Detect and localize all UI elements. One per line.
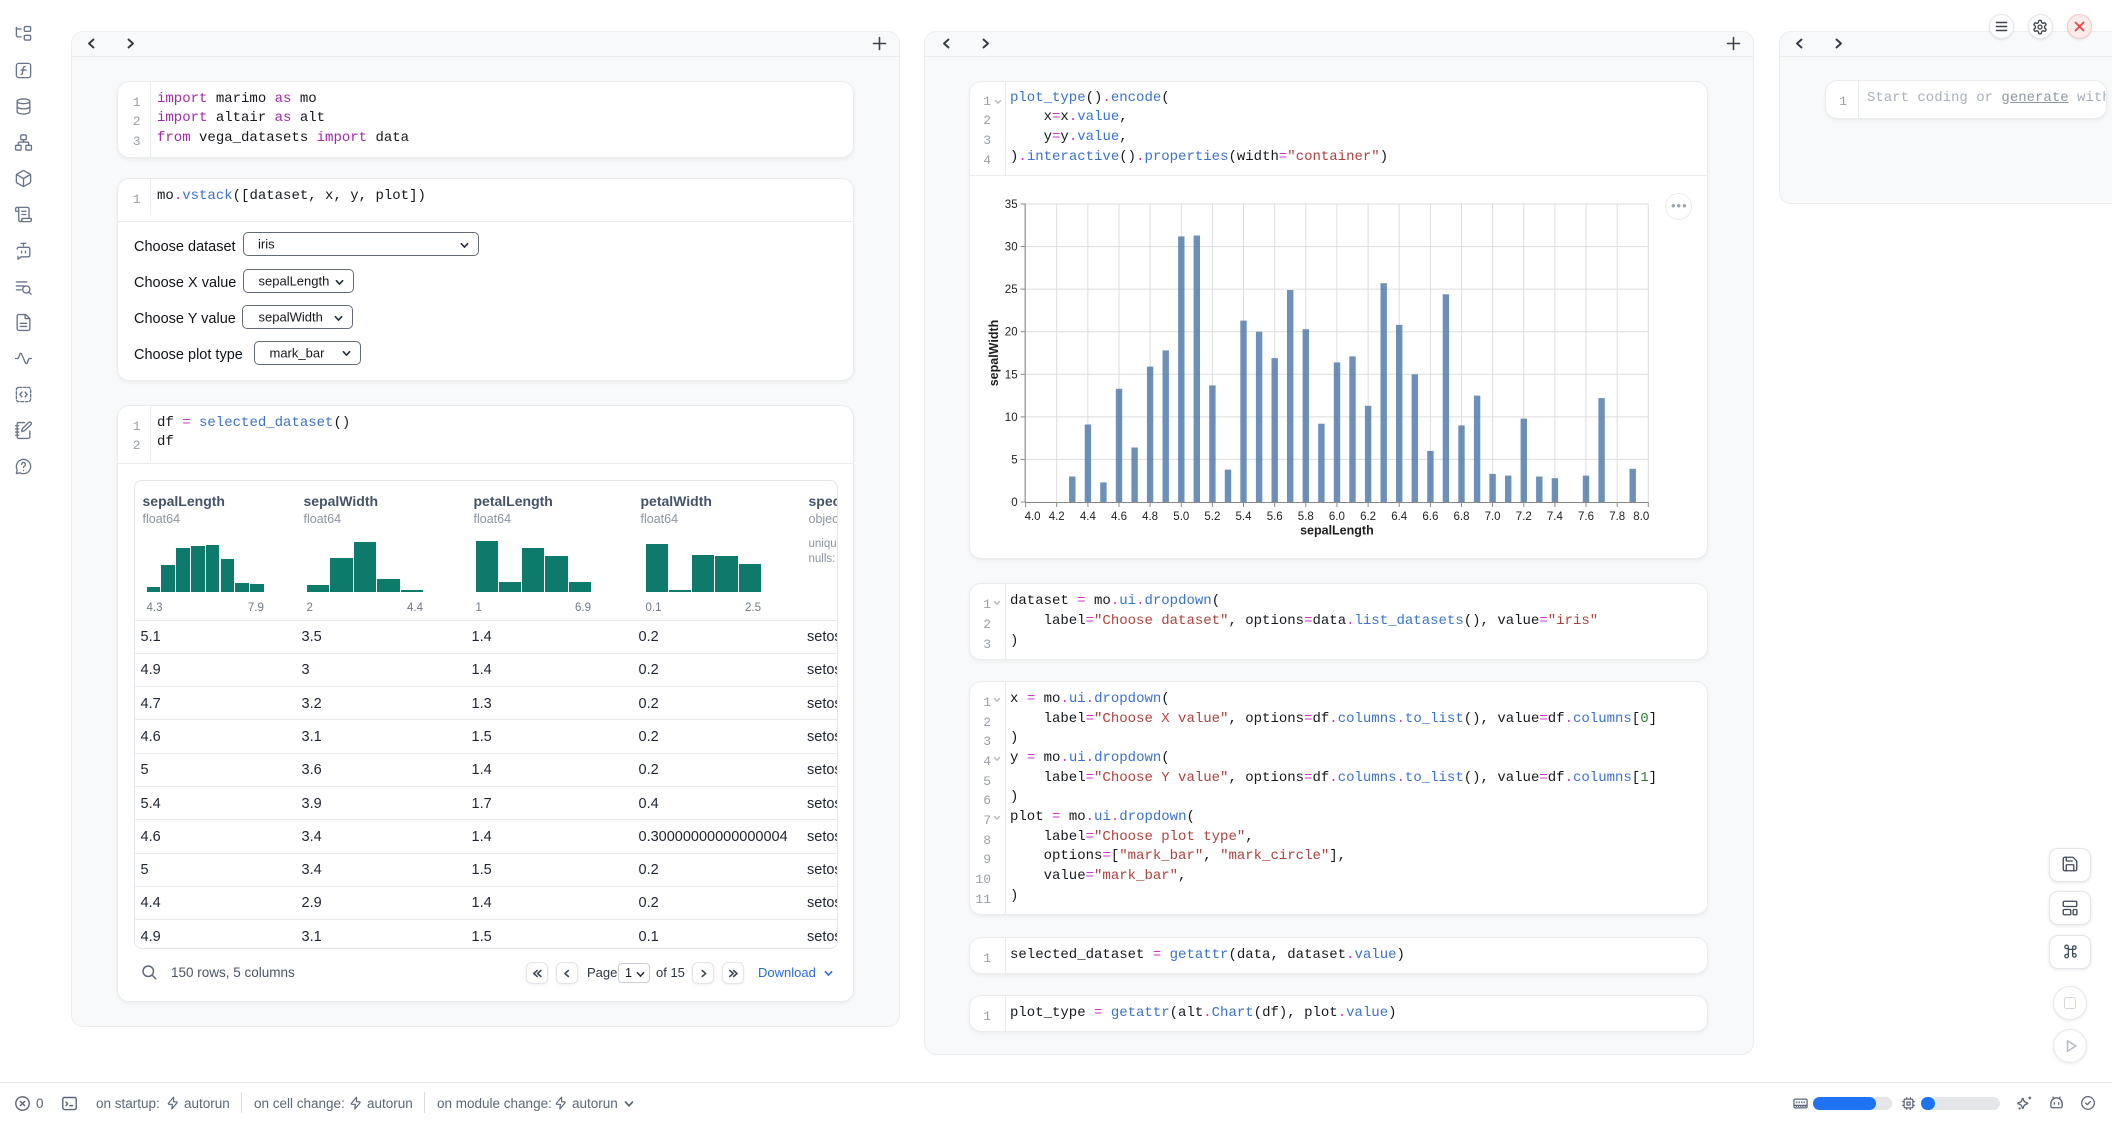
svg-text:5.6: 5.6 (1267, 511, 1283, 523)
svg-text:7.8: 7.8 (1609, 511, 1625, 523)
svg-text:5: 5 (1011, 454, 1017, 466)
svg-text:5.0: 5.0 (1173, 511, 1189, 523)
svg-text:35: 35 (1005, 199, 1018, 211)
svg-text:30: 30 (1005, 242, 1018, 254)
svg-text:7.6: 7.6 (1578, 511, 1594, 523)
svg-text:5.2: 5.2 (1204, 511, 1220, 523)
svg-text:6.0: 6.0 (1329, 511, 1345, 523)
svg-text:7.0: 7.0 (1485, 511, 1501, 523)
svg-text:7.2: 7.2 (1516, 511, 1532, 523)
svg-text:4.0: 4.0 (1025, 511, 1041, 523)
svg-text:sepalWidth: sepalWidth (987, 320, 1001, 387)
svg-text:6.2: 6.2 (1360, 511, 1376, 523)
svg-text:6.4: 6.4 (1391, 511, 1408, 523)
svg-text:20: 20 (1005, 327, 1018, 339)
svg-text:7.4: 7.4 (1547, 511, 1564, 523)
svg-text:8.0: 8.0 (1633, 511, 1649, 523)
svg-text:0: 0 (1011, 497, 1017, 509)
svg-text:6.6: 6.6 (1422, 511, 1438, 523)
svg-text:5.4: 5.4 (1236, 511, 1253, 523)
svg-text:4.6: 4.6 (1111, 511, 1127, 523)
svg-text:5.8: 5.8 (1298, 511, 1314, 523)
svg-text:sepalLength: sepalLength (1300, 524, 1374, 538)
svg-text:4.8: 4.8 (1142, 511, 1158, 523)
svg-text:15: 15 (1005, 369, 1018, 381)
svg-text:25: 25 (1005, 284, 1018, 296)
svg-text:4.2: 4.2 (1049, 511, 1065, 523)
svg-text:10: 10 (1005, 412, 1018, 424)
svg-text:4.4: 4.4 (1080, 511, 1097, 523)
svg-text:6.8: 6.8 (1454, 511, 1470, 523)
